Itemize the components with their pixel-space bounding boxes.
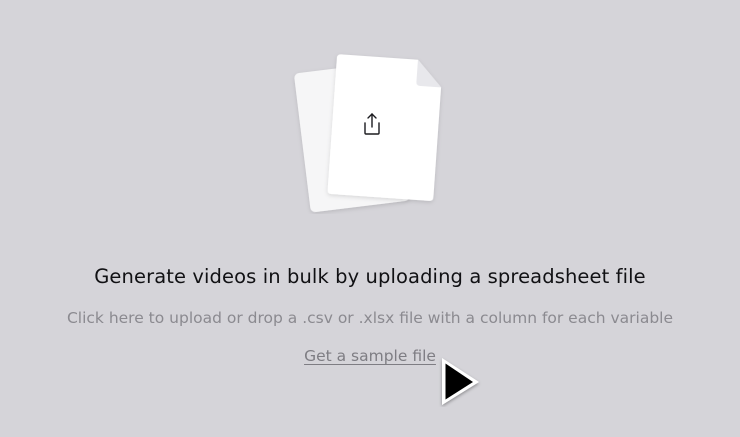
upload-dropzone[interactable]: Generate videos in bulk by uploading a s… xyxy=(0,0,740,437)
upload-headline: Generate videos in bulk by uploading a s… xyxy=(94,265,646,288)
upload-description: Click here to upload or drop a .csv or .… xyxy=(66,309,674,327)
documents-illustration xyxy=(290,44,450,214)
sample-file-link[interactable]: Get a sample file xyxy=(304,347,436,365)
